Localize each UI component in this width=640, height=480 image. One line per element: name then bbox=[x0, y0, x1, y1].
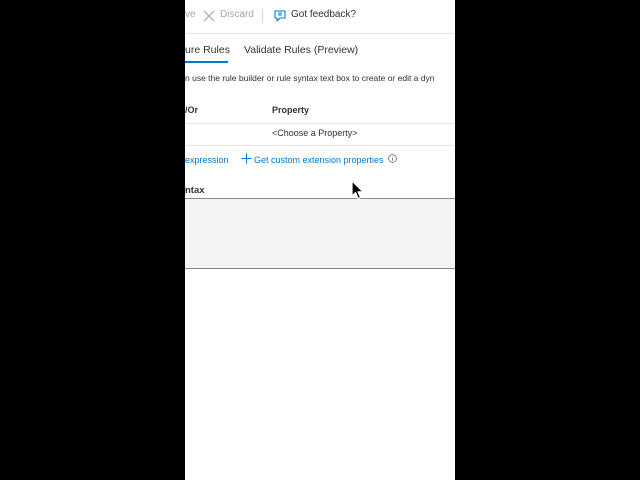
rules-panel: ve Discard Got feedback? ure Rules Valid… bbox=[185, 0, 455, 480]
toolbar-divider bbox=[262, 9, 263, 23]
column-header-and-or: /Or bbox=[185, 105, 199, 115]
mouse-cursor-icon bbox=[351, 180, 364, 200]
info-icon[interactable] bbox=[388, 154, 397, 163]
save-button[interactable]: ve bbox=[185, 9, 196, 20]
tab-configure-rules[interactable]: ure Rules bbox=[185, 44, 230, 56]
add-expression-link[interactable]: expression bbox=[185, 155, 229, 165]
column-header-property: Property bbox=[272, 105, 310, 115]
table-header-divider bbox=[185, 123, 455, 124]
feedback-icon[interactable] bbox=[273, 9, 287, 23]
property-dropdown[interactable]: <Choose a Property> bbox=[272, 128, 358, 138]
active-tab-indicator bbox=[185, 61, 228, 63]
discard-button[interactable]: Discard bbox=[220, 9, 254, 20]
command-bar: ve Discard Got feedback? bbox=[185, 0, 455, 34]
tab-validate-rules[interactable]: Validate Rules (Preview) bbox=[244, 44, 358, 56]
rule-syntax-textbox[interactable] bbox=[185, 198, 455, 269]
rules-description: n use the rule builder or rule syntax te… bbox=[185, 73, 435, 83]
custom-extension-link[interactable]: Get custom extension properties bbox=[254, 155, 384, 165]
discard-icon[interactable] bbox=[203, 10, 215, 22]
feedback-button[interactable]: Got feedback? bbox=[291, 9, 356, 20]
rule-syntax-label: ntax bbox=[185, 185, 205, 196]
rules-tabs: ure Rules Validate Rules (Preview) bbox=[185, 42, 455, 63]
plus-icon[interactable] bbox=[241, 153, 252, 164]
table-row-divider bbox=[185, 145, 455, 146]
